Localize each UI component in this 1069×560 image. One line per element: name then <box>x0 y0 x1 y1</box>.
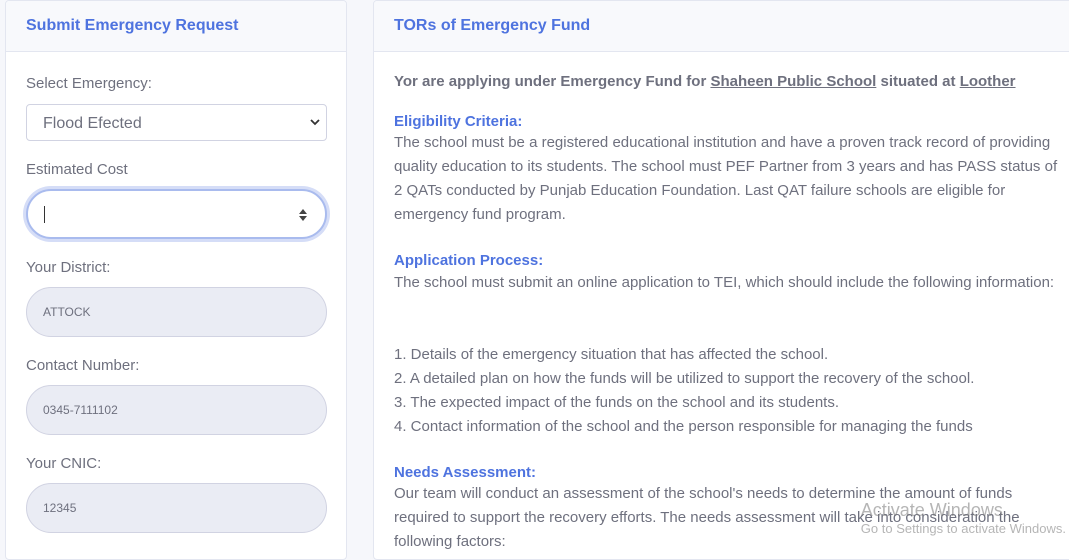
eligibility-text: The school must be a registered educatio… <box>394 131 1066 227</box>
estimated-cost-label: Estimated Cost <box>26 161 128 178</box>
chevron-down-icon <box>310 115 320 129</box>
watermark-title: Activate Windows <box>861 499 1066 521</box>
text-caret <box>44 206 45 223</box>
tors-card: TORs of Emergency Fund Yor are applying … <box>373 0 1069 560</box>
submit-emergency-title: Submit Emergency Request <box>6 1 346 52</box>
district-label: Your District: <box>26 259 110 276</box>
list-item: 3. The expected impact of the funds on t… <box>394 391 974 415</box>
contact-number-field[interactable]: 0345-7111102 <box>26 385 327 435</box>
eligibility-heading: Eligibility Criteria: <box>394 113 522 130</box>
list-item: 1. Details of the emergency situation th… <box>394 343 974 367</box>
needs-heading: Needs Assessment: <box>394 464 536 481</box>
school-name: Shaheen Public School <box>710 73 876 90</box>
number-spinner-icon[interactable] <box>298 208 308 222</box>
estimated-cost-input[interactable] <box>26 189 327 239</box>
watermark-subtitle: Go to Settings to activate Windows. <box>861 521 1066 537</box>
district-field[interactable]: ATTOCK <box>26 287 327 337</box>
application-heading: Application Process: <box>394 252 543 269</box>
application-requirements-list: 1. Details of the emergency situation th… <box>394 343 974 439</box>
select-emergency-label: Select Emergency: <box>26 75 152 92</box>
emergency-select-value: Flood Efected <box>43 115 142 132</box>
application-intro: Yor are applying under Emergency Fund fo… <box>394 73 1016 90</box>
intro-mid: situated at <box>881 73 956 90</box>
emergency-select[interactable]: Flood Efected <box>26 104 327 141</box>
application-text: The school must submit an online applica… <box>394 271 1066 295</box>
cnic-field[interactable]: 12345 <box>26 483 327 533</box>
submit-emergency-card: Submit Emergency Request Select Emergenc… <box>5 0 347 560</box>
cnic-label: Your CNIC: <box>26 455 101 472</box>
intro-prefix: Yor are applying under Emergency Fund fo… <box>394 73 706 90</box>
contact-number-label: Contact Number: <box>26 357 139 374</box>
list-item: 4. Contact information of the school and… <box>394 415 974 439</box>
activate-windows-watermark: Activate Windows Go to Settings to activ… <box>861 499 1066 537</box>
list-item: 2. A detailed plan on how the funds will… <box>394 367 974 391</box>
school-location: Loother <box>960 73 1016 90</box>
tors-title: TORs of Emergency Fund <box>374 1 1069 52</box>
